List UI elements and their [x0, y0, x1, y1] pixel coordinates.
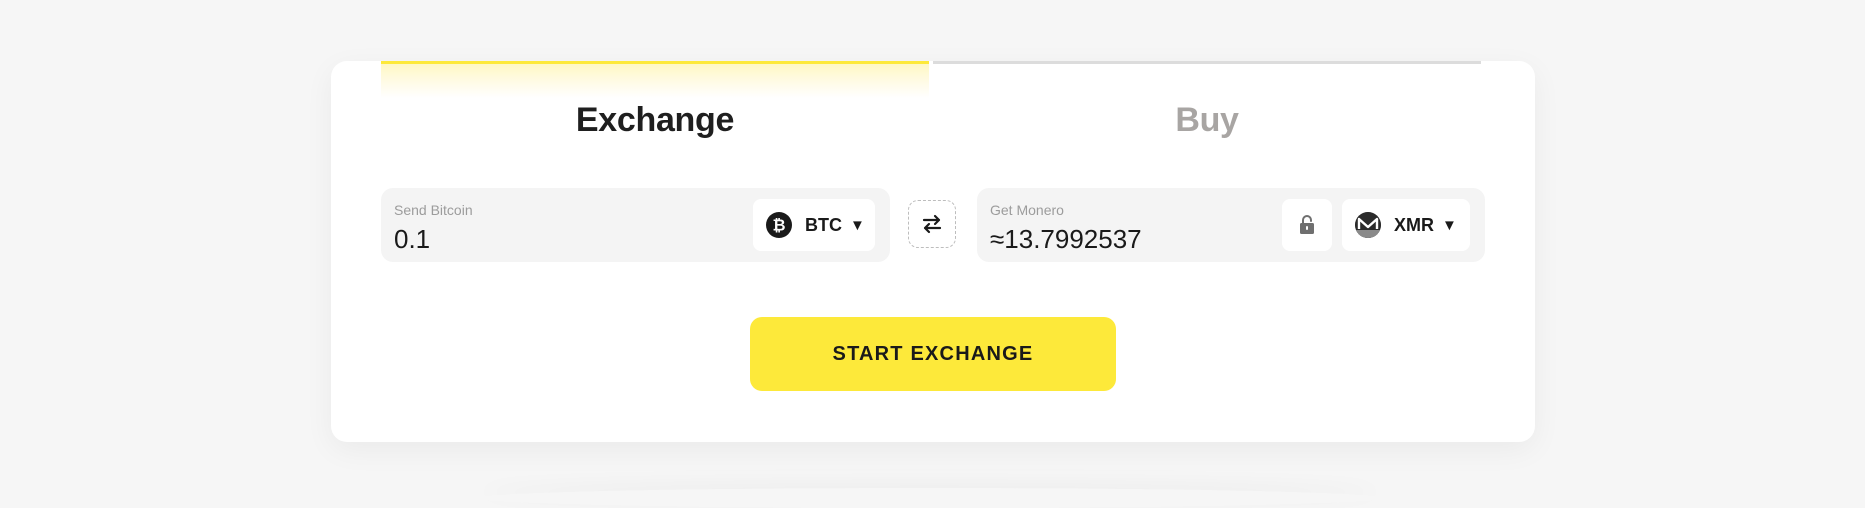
exchange-widget-card: Exchange Buy Send Bitcoin ₿ BTC ▼ Get Mo… [331, 61, 1535, 442]
chevron-down-icon: ▼ [850, 216, 865, 234]
send-currency-code: BTC [805, 214, 842, 235]
bitcoin-icon: ₿ [766, 212, 792, 238]
tab-buy[interactable]: Buy [933, 61, 1481, 154]
lower-card-shadow [480, 488, 1380, 508]
chevron-down-icon: ▼ [1442, 216, 1457, 234]
tab-exchange-label: Exchange [575, 101, 735, 139]
unlock-icon [1300, 215, 1314, 234]
monero-icon [1355, 212, 1381, 238]
get-currency-code: XMR [1394, 214, 1434, 235]
tab-buy-label: Buy [1175, 101, 1239, 139]
svg-text:₿: ₿ [772, 216, 785, 235]
get-amount-output[interactable] [990, 224, 1330, 255]
swap-arrows-icon [922, 214, 942, 234]
get-amount-field: Get Monero XMR ▼ [977, 188, 1485, 262]
get-currency-select[interactable]: XMR ▼ [1342, 199, 1470, 251]
send-amount-field: Send Bitcoin ₿ BTC ▼ [381, 188, 890, 262]
get-field-label: Get Monero [990, 202, 1064, 218]
send-amount-input[interactable] [394, 224, 734, 255]
start-exchange-button[interactable]: START EXCHANGE [750, 317, 1116, 391]
send-currency-select[interactable]: ₿ BTC ▼ [753, 199, 875, 251]
rate-lock-button[interactable] [1282, 199, 1332, 251]
swap-currencies-button[interactable] [908, 200, 956, 248]
send-field-label: Send Bitcoin [394, 202, 473, 218]
tab-exchange[interactable]: Exchange [381, 61, 929, 154]
